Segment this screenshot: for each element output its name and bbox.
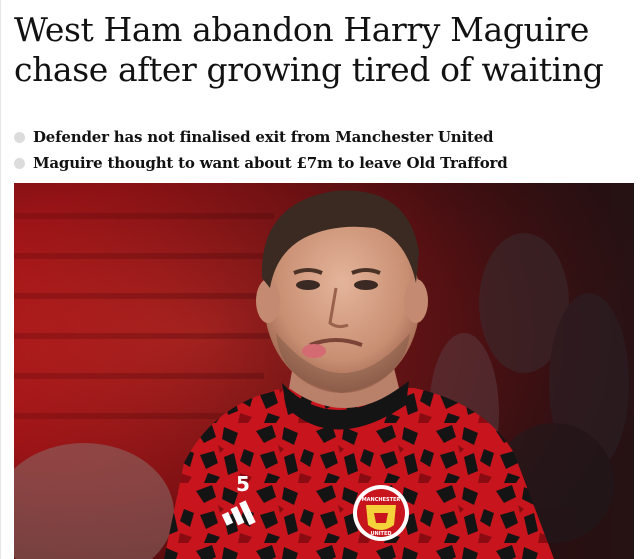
article: West Ham abandon Harry Maguire chase aft… xyxy=(0,0,643,559)
club-badge-icon: MANCHESTER UNITED xyxy=(353,485,409,541)
standfirst-list: Defender has not finalised exit from Man… xyxy=(14,124,634,176)
standfirst-item: Defender has not finalised exit from Man… xyxy=(14,124,634,150)
article-photo: 5 MANCHESTER UNITED xyxy=(14,183,634,559)
player-photo-illustration: 5 MANCHESTER UNITED xyxy=(14,183,634,559)
bullet-icon xyxy=(14,131,25,143)
standfirst-text: Defender has not finalised exit from Man… xyxy=(33,128,494,146)
badge-text-top: MANCHESTER xyxy=(362,497,401,503)
article-headline: West Ham abandon Harry Maguire chase aft… xyxy=(14,10,604,89)
standfirst-text: Maguire thought to want about £7m to lea… xyxy=(33,154,508,172)
bullet-icon xyxy=(14,157,25,169)
badge-text-bottom: UNITED xyxy=(370,531,391,537)
shirt-number: 5 xyxy=(236,472,250,496)
standfirst-item: Maguire thought to want about £7m to lea… xyxy=(14,150,634,176)
